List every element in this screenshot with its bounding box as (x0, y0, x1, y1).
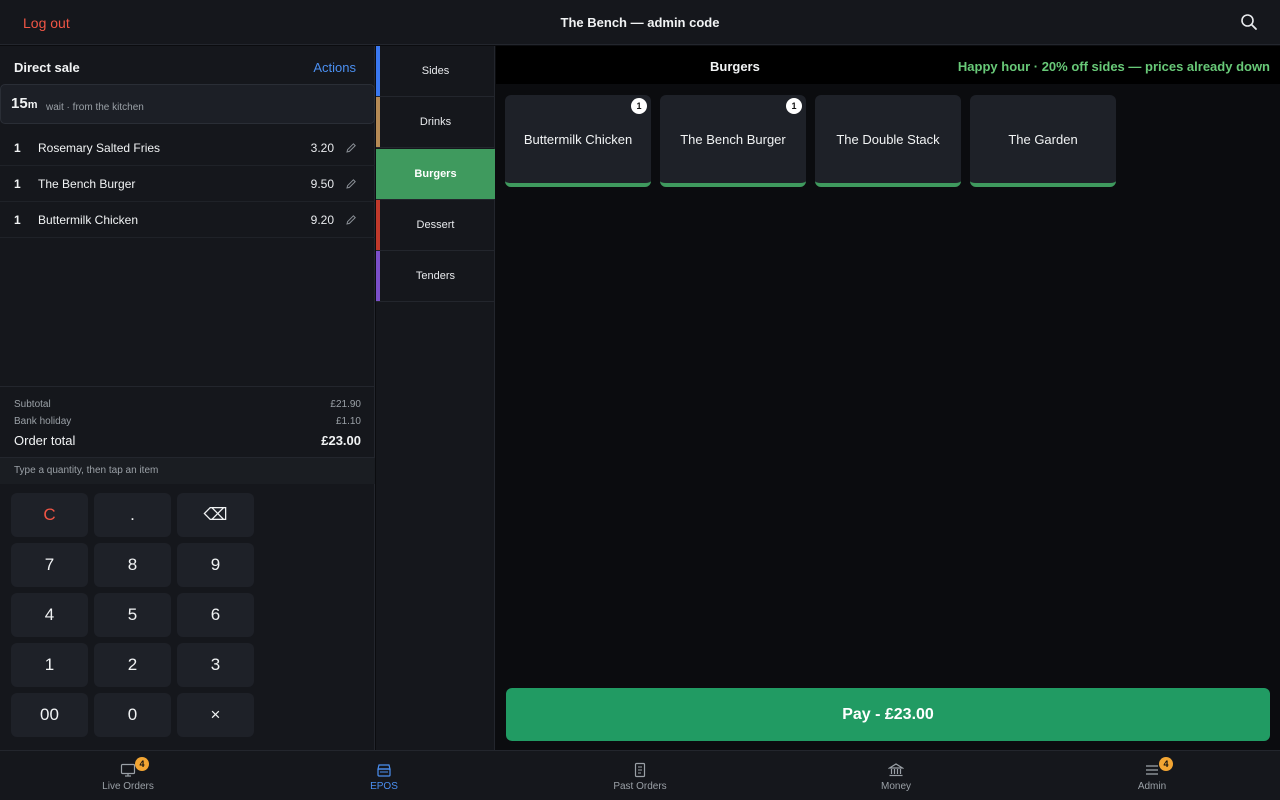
order-total-value: £23.00 (321, 433, 361, 448)
nav-admin[interactable]: 4 Admin (1024, 751, 1280, 800)
key-backspace[interactable]: ⌫ (177, 493, 254, 537)
key-0[interactable]: 0 (94, 693, 171, 737)
pencil-icon[interactable] (345, 178, 357, 190)
category-color-stripe (376, 97, 380, 147)
category-color-stripe (376, 46, 380, 96)
actions-button[interactable]: Actions (313, 60, 356, 75)
key-9[interactable]: 9 (177, 543, 254, 587)
key-4[interactable]: 4 (11, 593, 88, 637)
key-3[interactable]: 3 (177, 643, 254, 687)
nav-epos[interactable]: EPOS (256, 751, 512, 800)
key-decimal[interactable]: . (94, 493, 171, 537)
key-6[interactable]: 6 (177, 593, 254, 637)
nav-money[interactable]: Money (768, 751, 1024, 800)
subtotal-value: £21.90 (330, 399, 361, 410)
key-multiply[interactable]: × (177, 693, 254, 737)
order-list: 1 Rosemary Salted Fries 3.20 1 The Bench… (0, 130, 375, 238)
product-tile-garden[interactable]: The Garden (970, 95, 1116, 187)
order-panel: Direct sale Actions 15m wait · from the … (0, 46, 375, 750)
menu-icon (1146, 765, 1158, 775)
category-drinks[interactable]: Drinks (376, 97, 495, 148)
key-clear[interactable]: C (11, 493, 88, 537)
order-totals: Subtotal £21.90 Bank holiday £1.10 Order… (0, 386, 375, 458)
bank-holiday-label: Bank holiday (14, 416, 72, 427)
order-row[interactable]: 1 The Bench Burger 9.50 (0, 166, 375, 202)
category-dessert[interactable]: Dessert (376, 200, 495, 251)
order-qty: 1 (14, 141, 21, 155)
receipt-icon (634, 762, 646, 778)
order-name: Buttermilk Chicken (38, 213, 139, 227)
bank-holiday-value: £1.10 (335, 416, 361, 427)
search-icon[interactable] (1240, 13, 1258, 31)
category-color-stripe (376, 251, 380, 301)
wait-time: 15m (11, 95, 38, 112)
numeric-keypad: C . ⌫ 7 8 9 4 5 6 1 2 3 00 0 × (11, 493, 254, 739)
category-sides[interactable]: Sides (376, 46, 495, 97)
pencil-icon[interactable] (345, 214, 357, 226)
order-qty: 1 (14, 177, 21, 191)
top-bar: Log out The Bench — admin code (0, 0, 1280, 45)
pay-button[interactable]: Pay - £23.00 (506, 688, 1270, 741)
nav-badge: 4 (1159, 757, 1173, 771)
order-row[interactable]: 1 Rosemary Salted Fries 3.20 (0, 130, 375, 166)
quantity-badge: 1 (631, 98, 647, 114)
sale-header: Direct sale Actions (0, 46, 375, 84)
product-tile-bench-burger[interactable]: The Bench Burger 1 (660, 95, 806, 187)
monitor-icon (120, 763, 136, 777)
keypad-hint: Type a quantity, then tap an item (0, 458, 375, 484)
category-title: Burgers (710, 59, 760, 74)
register-icon (377, 764, 391, 777)
order-total-label: Order total (14, 433, 76, 448)
sale-title: Direct sale (14, 60, 80, 75)
order-row[interactable]: 1 Buttermilk Chicken 9.20 (0, 202, 375, 238)
order-qty: 1 (14, 213, 21, 227)
product-tile-double-stack[interactable]: The Double Stack (815, 95, 961, 187)
product-grid: Buttermilk Chicken 1 The Bench Burger 1 … (505, 95, 1125, 187)
logout-button[interactable]: Log out (23, 15, 70, 31)
order-price: 9.50 (310, 177, 334, 191)
bottom-nav: 4 Live Orders EPOS Past Orders Money 4 A… (0, 750, 1280, 800)
nav-past-orders[interactable]: Past Orders (512, 751, 768, 800)
product-tile-buttermilk-chicken[interactable]: Buttermilk Chicken 1 (505, 95, 651, 187)
nav-badge: 4 (135, 757, 149, 771)
category-list: Sides Drinks Burgers Dessert Tenders (376, 46, 495, 750)
order-name: Rosemary Salted Fries (38, 141, 161, 155)
key-5[interactable]: 5 (94, 593, 171, 637)
wait-time-banner: 15m wait · from the kitchen (0, 84, 375, 124)
category-burgers[interactable]: Burgers (376, 149, 495, 200)
promo-banner: Happy hour · 20% off sides — prices alre… (957, 59, 1270, 74)
wait-text: wait · from the kitchen (46, 102, 144, 113)
order-price: 9.20 (310, 213, 334, 227)
key-00[interactable]: 00 (11, 693, 88, 737)
order-price: 3.20 (310, 141, 334, 155)
subtotal-label: Subtotal (14, 399, 51, 410)
bank-icon (888, 763, 904, 777)
quantity-badge: 1 (786, 98, 802, 114)
page-title: The Bench — admin code (560, 15, 720, 30)
key-1[interactable]: 1 (11, 643, 88, 687)
order-name: The Bench Burger (38, 177, 136, 191)
product-header: Burgers Happy hour · 20% off sides — pri… (496, 46, 1280, 84)
pencil-icon[interactable] (345, 142, 357, 154)
category-tenders[interactable]: Tenders (376, 251, 495, 302)
key-7[interactable]: 7 (11, 543, 88, 587)
key-8[interactable]: 8 (94, 543, 171, 587)
nav-live-orders[interactable]: 4 Live Orders (0, 751, 256, 800)
category-color-stripe (376, 200, 380, 250)
key-2[interactable]: 2 (94, 643, 171, 687)
